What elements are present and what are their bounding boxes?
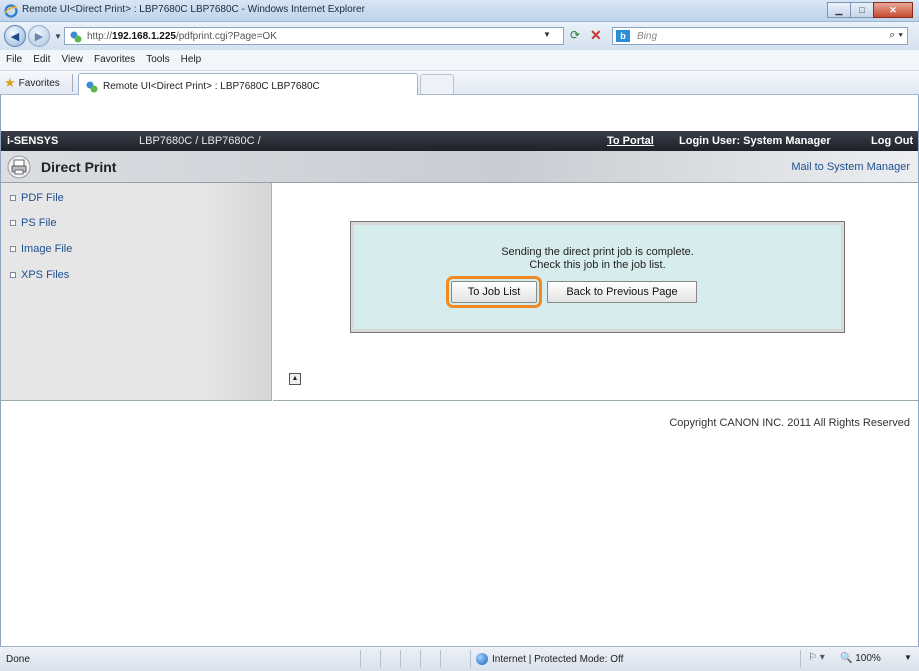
- menu-file[interactable]: File: [0, 50, 26, 65]
- globe-icon: [476, 653, 488, 665]
- favorites-bar: ★ Favorites Remote UI<Direct Print> : LB…: [0, 71, 919, 95]
- refresh-icon[interactable]: ⟳: [570, 28, 588, 44]
- bullet-icon: [10, 246, 16, 252]
- sidebar-item-xps-files[interactable]: XPS Files: [10, 269, 69, 281]
- main-pane: Sending the direct print job is complete…: [273, 183, 918, 401]
- menu-view[interactable]: View: [57, 50, 87, 65]
- favorites-button[interactable]: ★ Favorites: [4, 75, 60, 91]
- sidebar-item-pdf-file[interactable]: PDF File: [10, 192, 64, 204]
- browser-tab[interactable]: Remote UI<Direct Print> : LBP7680C LBP76…: [78, 73, 418, 95]
- back-to-previous-page-button[interactable]: Back to Previous Page: [547, 281, 697, 303]
- menu-bar: File Edit View Favorites Tools Help: [0, 50, 919, 71]
- sidebar-item-image-file[interactable]: Image File: [10, 243, 72, 255]
- bing-icon: b: [616, 30, 630, 42]
- brand-name: i-SENSYS: [7, 135, 59, 147]
- window-titlebar: Remote UI<Direct Print> : LBP7680C LBP76…: [0, 0, 919, 22]
- tab-title: Remote UI<Direct Print> : LBP7680C LBP76…: [103, 81, 320, 92]
- minimize-button[interactable]: ▁: [827, 2, 851, 18]
- back-arrow-icon[interactable]: ◀: [4, 25, 26, 47]
- sidebar: PDF File PS File Image File XPS Files: [1, 183, 272, 401]
- printer-icon: [7, 155, 31, 179]
- stop-icon[interactable]: ✕: [590, 27, 606, 43]
- sidebar-item-label: PS File: [21, 217, 57, 229]
- address-toolbar: ◀ ▶ ▼ http://192.168.1.225/pdfprint.cgi?…: [0, 22, 919, 50]
- copyright: Copyright CANON INC. 2011 All Rights Res…: [669, 417, 910, 429]
- new-tab-button[interactable]: [420, 74, 454, 94]
- divider: [800, 650, 801, 668]
- brand-bar: i-SENSYS LBP7680C / LBP7680C / To Portal…: [1, 131, 918, 151]
- sidebar-item-label: PDF File: [21, 192, 64, 204]
- mail-to-system-manager-link[interactable]: Mail to System Manager: [791, 161, 910, 173]
- status-bar: Done Internet | Protected Mode: Off ⚐ ▾ …: [0, 646, 919, 671]
- page-title: Direct Print: [41, 159, 117, 175]
- divider: [72, 74, 73, 92]
- menu-tools[interactable]: Tools: [142, 50, 173, 65]
- close-button[interactable]: ✕: [873, 2, 913, 18]
- search-placeholder: Bing: [637, 31, 658, 42]
- bullet-icon: [10, 195, 16, 201]
- divider: [440, 650, 441, 668]
- window-title: Remote UI<Direct Print> : LBP7680C LBP76…: [22, 4, 365, 15]
- job-list-hint: Check this job in the job list.: [529, 259, 666, 271]
- site-favicon-icon: [70, 31, 82, 43]
- bullet-icon: [10, 220, 16, 226]
- search-input[interactable]: b Bing ⌕ ▾: [612, 27, 908, 45]
- menu-help[interactable]: Help: [177, 50, 206, 65]
- favorites-label: Favorites: [18, 77, 60, 89]
- menu-edit[interactable]: Edit: [29, 50, 54, 65]
- status-text: Done: [6, 654, 30, 665]
- sidebar-item-label: Image File: [21, 243, 73, 255]
- window-controls: ▁ □ ✕: [827, 2, 913, 19]
- divider: [420, 650, 421, 668]
- back-to-top-icon[interactable]: ▲: [289, 373, 301, 385]
- site-favicon-icon: [86, 81, 98, 92]
- device-model: LBP7680C / LBP7680C /: [139, 135, 261, 147]
- zoom-dropdown-icon[interactable]: ▼: [904, 653, 912, 662]
- to-job-list-button[interactable]: To Job List: [446, 276, 542, 308]
- completion-message: Sending the direct print job is complete…: [501, 246, 694, 258]
- maximize-button[interactable]: □: [850, 2, 874, 18]
- completion-dialog: Sending the direct print job is complete…: [350, 221, 845, 333]
- internet-explorer-icon: [4, 4, 18, 18]
- divider: [360, 650, 361, 668]
- bullet-icon: [10, 272, 16, 278]
- login-user: Login User: System Manager: [679, 135, 831, 147]
- search-icon[interactable]: ⌕ ▾: [889, 29, 903, 42]
- page-header: Direct Print Mail to System Manager: [1, 151, 918, 183]
- star-icon: ★: [4, 75, 16, 90]
- divider: [380, 650, 381, 668]
- history-dropdown-icon[interactable]: ▼: [54, 32, 62, 41]
- sidebar-item-ps-file[interactable]: PS File: [10, 217, 56, 229]
- logout-link[interactable]: Log Out: [871, 135, 913, 147]
- security-zone[interactable]: Internet | Protected Mode: Off: [476, 653, 623, 665]
- zoom-label: 100%: [855, 653, 881, 664]
- zone-label: Internet | Protected Mode: Off: [492, 653, 624, 665]
- menu-favorites[interactable]: Favorites: [90, 50, 139, 65]
- address-field[interactable]: http://192.168.1.225/pdfprint.cgi?Page=O…: [64, 27, 564, 45]
- forward-arrow-icon[interactable]: ▶: [28, 25, 50, 47]
- address-url: http://192.168.1.225/pdfprint.cgi?Page=O…: [87, 31, 277, 42]
- page-content: i-SENSYS LBP7680C / LBP7680C / To Portal…: [0, 95, 919, 646]
- divider: [470, 650, 471, 668]
- divider: [400, 650, 401, 668]
- to-portal-link[interactable]: To Portal: [607, 135, 654, 147]
- protected-mode-icon[interactable]: ⚐ ▾: [808, 652, 825, 663]
- sidebar-item-label: XPS Files: [21, 269, 70, 281]
- address-dropdown-icon[interactable]: ▼: [543, 30, 551, 39]
- zoom-level[interactable]: 🔍 100%: [840, 653, 881, 664]
